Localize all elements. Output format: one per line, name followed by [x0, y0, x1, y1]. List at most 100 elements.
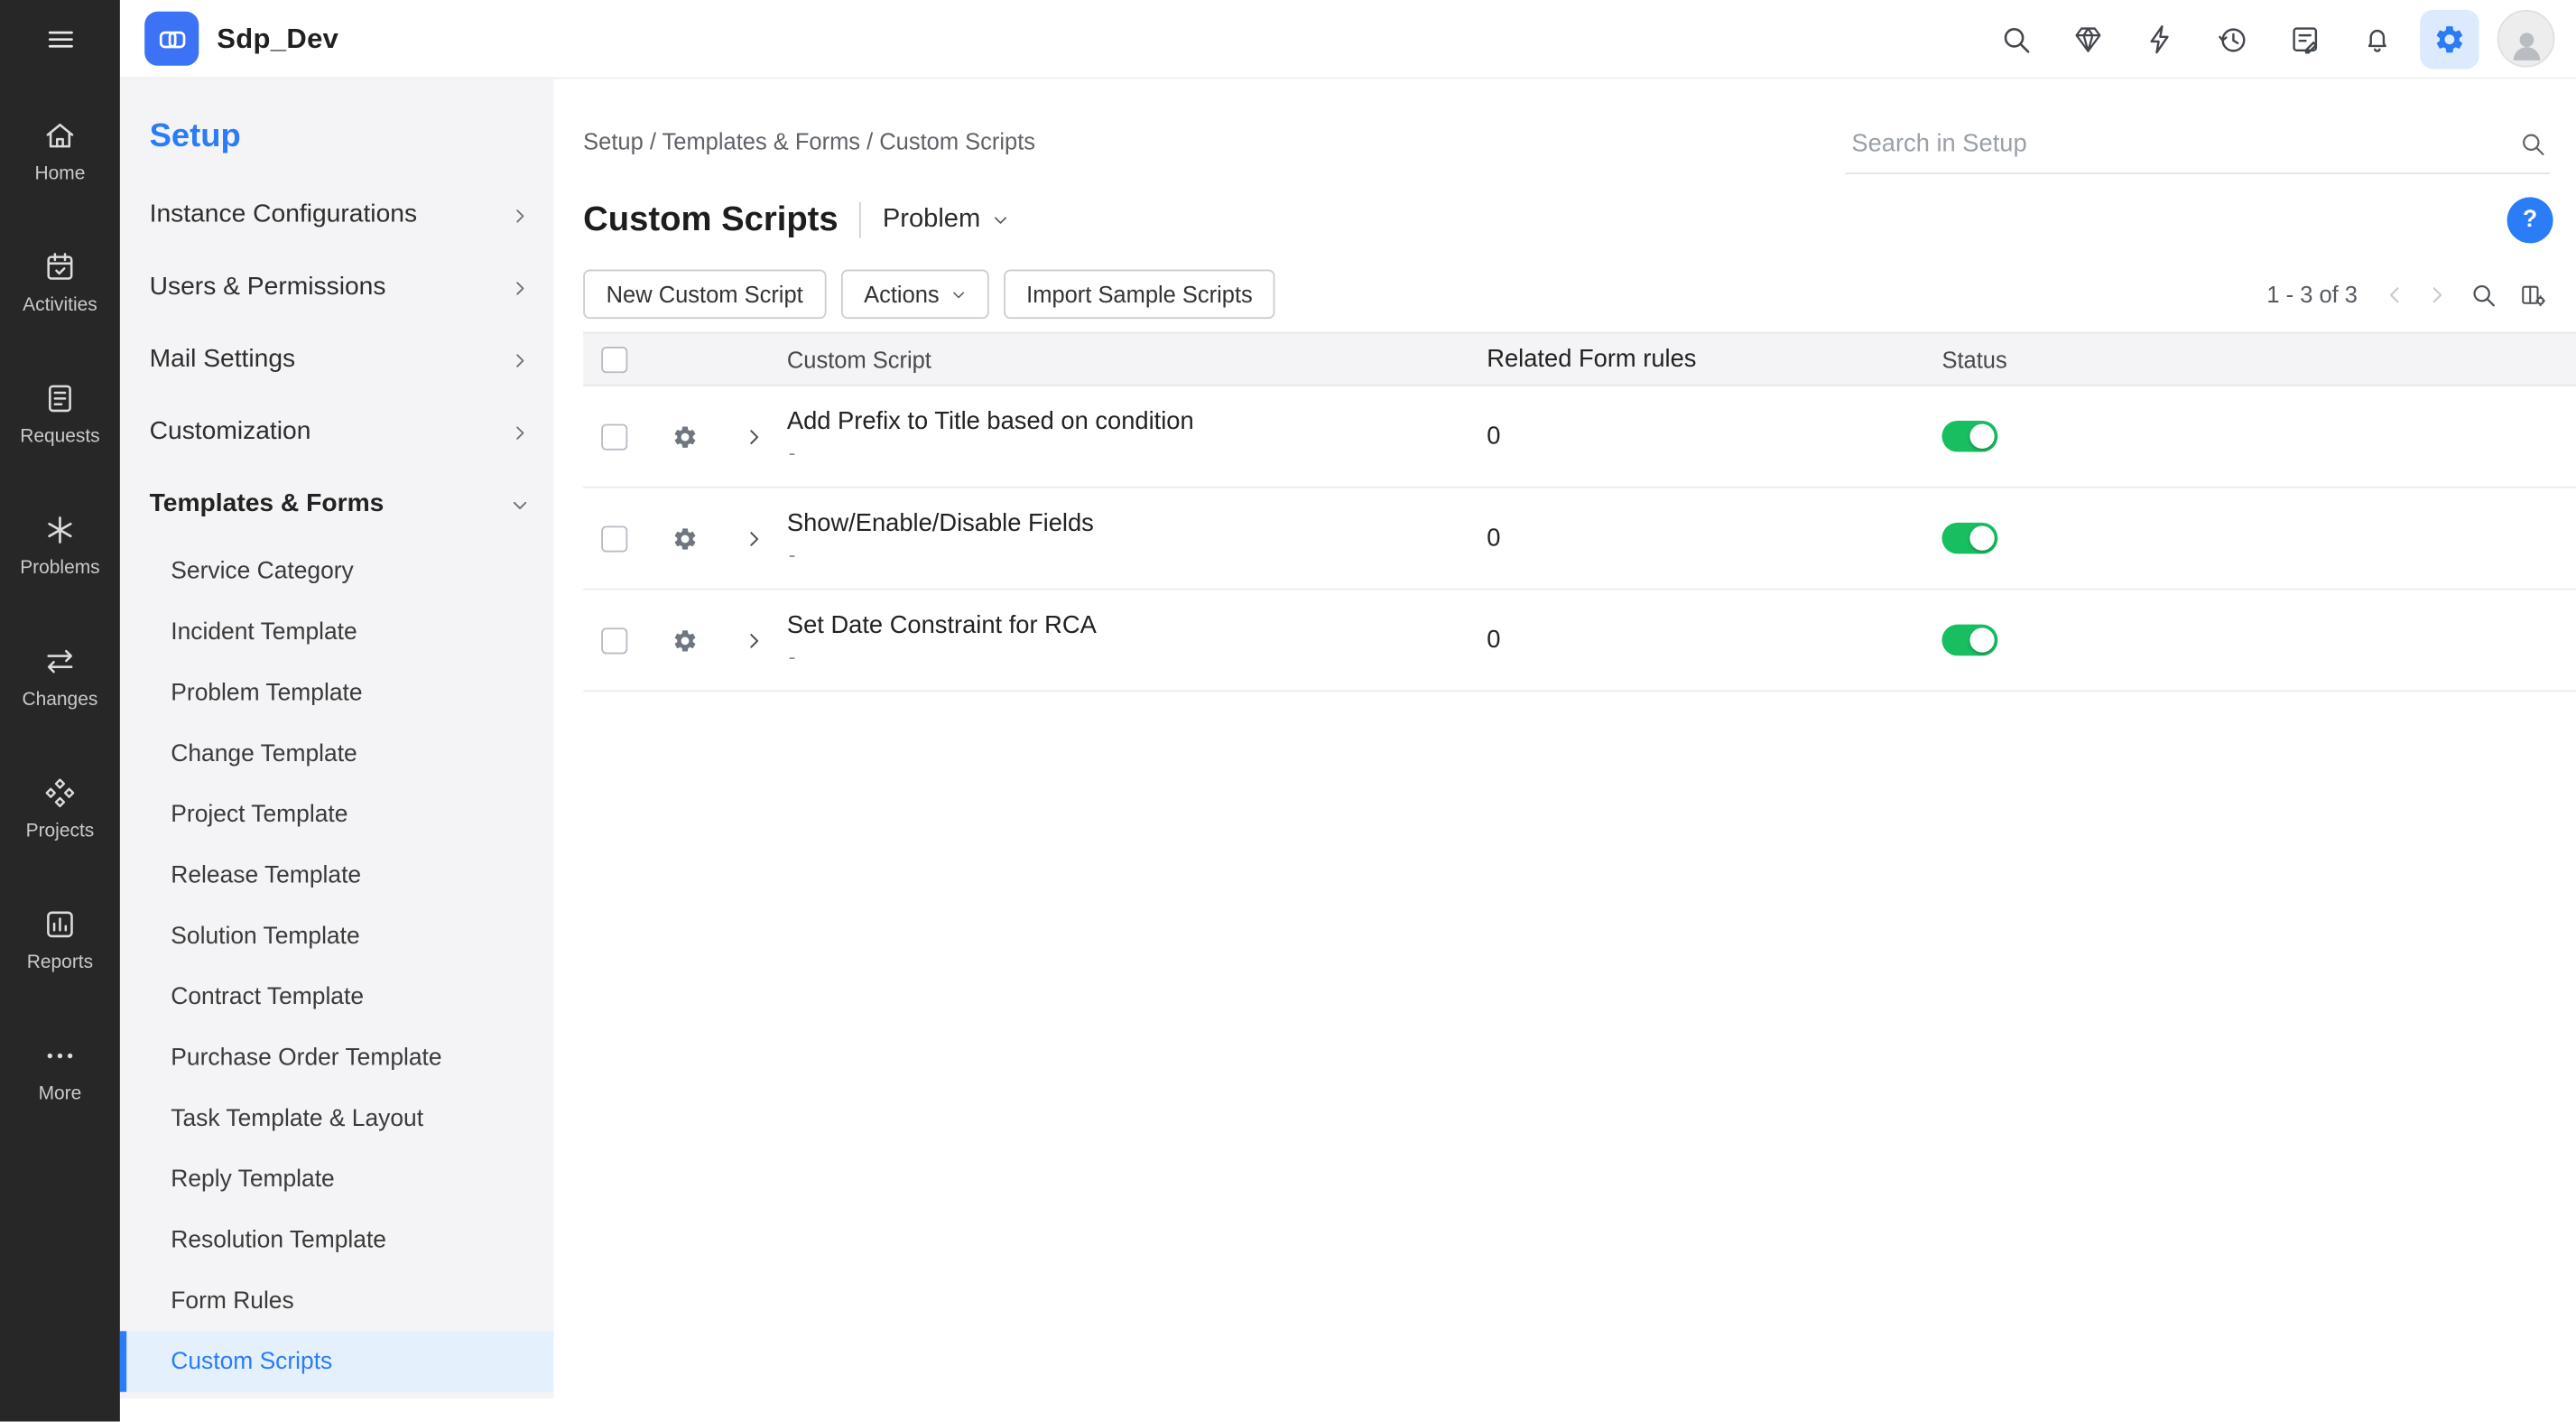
chevron-down-icon — [992, 212, 1008, 228]
sidebar-item-resolution-template[interactable]: Resolution Template — [120, 1210, 554, 1270]
nav-item-label: Problems — [20, 559, 99, 579]
chevron-right-icon — [511, 279, 529, 297]
recent-items-button[interactable] — [2203, 9, 2263, 69]
sidebar-item-label: Mail Settings — [150, 345, 296, 375]
sidebar-item-release-template[interactable]: Release Template — [120, 845, 554, 906]
next-page-button[interactable] — [2423, 280, 2451, 308]
quick-actions-button[interactable] — [2131, 9, 2191, 69]
sidebar-item-purchase-order-template[interactable]: Purchase Order Template — [120, 1027, 554, 1088]
module-nav-items: Home Activities Requests Problems Change… — [0, 98, 120, 1150]
sidebar-item-service-category[interactable]: Service Category — [120, 541, 554, 601]
list-search-button[interactable] — [2466, 277, 2500, 311]
sidebar-item-templates-forms[interactable]: Templates & Forms — [120, 469, 554, 541]
sidebar-item-form-rules[interactable]: Form Rules — [120, 1270, 554, 1331]
module-dropdown[interactable]: Problem — [883, 206, 1008, 236]
expand-row-chevron-icon[interactable] — [745, 426, 764, 446]
new-custom-script-button[interactable]: New Custom Script — [583, 270, 826, 320]
script-name[interactable]: Show/Enable/Disable Fields — [787, 509, 1487, 537]
setup-search — [1845, 130, 2550, 174]
sidebar-item-reply-template[interactable]: Reply Template — [120, 1148, 554, 1209]
notifications-button[interactable] — [2348, 9, 2407, 69]
column-header-status: Status — [1941, 346, 2576, 372]
help-button[interactable]: ? — [2507, 197, 2553, 243]
status-toggle[interactable] — [1941, 625, 1997, 656]
sidebar-item-customization[interactable]: Customization — [120, 396, 554, 469]
chevron-right-icon — [511, 351, 529, 369]
app-window: Home Activities Requests Problems Change… — [0, 0, 2576, 1421]
script-name[interactable]: Add Prefix to Title based on condition — [787, 407, 1487, 435]
import-sample-scripts-button[interactable]: Import Sample Scripts — [1004, 270, 1276, 320]
row-checkbox[interactable] — [601, 627, 627, 653]
row-checkbox[interactable] — [601, 525, 627, 552]
requests-icon — [42, 381, 77, 415]
row-checkbox[interactable] — [601, 423, 627, 450]
column-chooser-icon — [2518, 280, 2546, 308]
nav-item-label: Home — [35, 164, 86, 184]
expand-row-chevron-icon[interactable] — [745, 528, 764, 548]
sidebar-item-label: Customization — [150, 417, 311, 447]
previous-page-button[interactable] — [2380, 280, 2408, 308]
nav-item-more[interactable]: More — [0, 1019, 120, 1151]
settings-button[interactable] — [2420, 9, 2479, 69]
search-icon — [2518, 130, 2546, 158]
sidebar-item-incident-template[interactable]: Incident Template — [120, 601, 554, 662]
changes-icon — [42, 645, 77, 679]
sidebar-item-task-template-layout[interactable]: Task Template & Layout — [120, 1088, 554, 1148]
chevron-right-icon — [511, 206, 529, 224]
row-settings-gear-icon[interactable] — [672, 627, 698, 653]
sidebar-item-users-permissions[interactable]: Users & Permissions — [120, 251, 554, 323]
whats-new-button[interactable] — [2059, 9, 2118, 69]
setup-search-input[interactable] — [1851, 130, 2518, 158]
sidebar-item-contract-template[interactable]: Contract Template — [120, 966, 554, 1027]
sidebar-item-problem-template[interactable]: Problem Template — [120, 663, 554, 723]
row-settings-gear-icon[interactable] — [672, 423, 698, 450]
module-nav: Home Activities Requests Problems Change… — [0, 0, 120, 1421]
sidebar-item-mail-settings[interactable]: Mail Settings — [120, 324, 554, 396]
main-content: Setup / Templates & Forms / Custom Scrip… — [553, 79, 2576, 1421]
sidebar-item-project-template[interactable]: Project Template — [120, 784, 554, 844]
toolbar: New Custom Script Actions Import Sample … — [553, 243, 2576, 319]
user-avatar[interactable] — [2497, 10, 2555, 68]
problems-icon — [42, 513, 77, 547]
app-title: Sdp_Dev — [217, 23, 338, 55]
select-all-checkbox[interactable] — [601, 346, 627, 372]
status-toggle[interactable] — [1941, 421, 1997, 452]
nav-item-changes[interactable]: Changes — [0, 625, 120, 757]
hamburger-menu-button[interactable] — [0, 0, 120, 79]
sidebar-item-instance-configurations[interactable]: Instance Configurations — [120, 179, 554, 251]
sidebar-item-custom-scripts[interactable]: Custom Scripts — [120, 1331, 554, 1391]
setup-sidebar: Setup Instance Configurations Users & Pe… — [120, 79, 554, 1399]
breadcrumb[interactable]: Setup / Templates & Forms / Custom Scrip… — [583, 128, 1035, 174]
actions-button-label: Actions — [864, 281, 940, 307]
feedback-button[interactable] — [2275, 9, 2335, 69]
nav-item-requests[interactable]: Requests — [0, 361, 120, 493]
expand-row-chevron-icon[interactable] — [745, 630, 764, 650]
setup-search-button[interactable] — [2518, 130, 2546, 158]
global-search-button[interactable] — [1987, 9, 2046, 69]
row-settings-gear-icon[interactable] — [672, 525, 698, 552]
toggle-knob — [1969, 424, 1994, 449]
home-icon — [42, 118, 77, 153]
nav-item-label: Requests — [20, 427, 99, 447]
table-row: Add Prefix to Title based on condition -… — [583, 386, 2576, 488]
title-divider — [859, 202, 861, 238]
nav-item-activities[interactable]: Activities — [0, 230, 120, 362]
person-icon — [2505, 23, 2547, 65]
top-bar: Sdp_Dev — [120, 0, 2576, 79]
sidebar-item-solution-template[interactable]: Solution Template — [120, 906, 554, 966]
nav-item-problems[interactable]: Problems — [0, 493, 120, 625]
chevron-down-icon — [511, 496, 529, 514]
reports-icon — [42, 907, 77, 942]
app-logo[interactable] — [144, 12, 199, 66]
script-name[interactable]: Set Date Constraint for RCA — [787, 611, 1487, 639]
status-toggle[interactable] — [1941, 523, 1997, 554]
sidebar-item-change-template[interactable]: Change Template — [120, 723, 554, 784]
script-description: - — [789, 544, 1487, 566]
chevron-right-icon — [511, 423, 529, 441]
actions-button[interactable]: Actions — [841, 270, 989, 320]
nav-item-home[interactable]: Home — [0, 98, 120, 230]
nav-item-reports[interactable]: Reports — [0, 888, 120, 1019]
nav-item-label: Reports — [27, 953, 93, 973]
column-chooser-button[interactable] — [2516, 277, 2550, 311]
nav-item-projects[interactable]: Projects — [0, 756, 120, 888]
